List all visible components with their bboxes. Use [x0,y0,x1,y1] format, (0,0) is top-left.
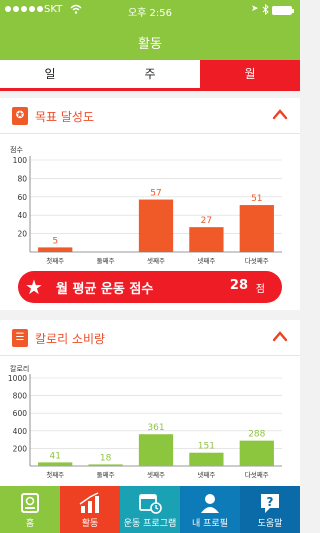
battery-icon [272,6,294,15]
goal-y-tick: 20 [17,230,27,239]
goal-value-label: 51 [251,194,262,204]
goal-card-header[interactable]: ✪ 목표 달성도 [0,98,300,134]
location-arrow-icon: ➤ [251,4,259,14]
bottom-navigation: 홈 활동 운동 프로그램 내 프로필 ? 도움말 [0,486,300,533]
status-bar: SKT 오후 2:56 ➤ [0,0,300,20]
calorie-bar-chart: 칼로리1000 800 600 400 200 41 첫째주 18 둘째주 361 셋째주 151 넷째… [8,364,282,479]
page-title: 활동 [138,37,162,52]
calorie-bar [38,462,73,466]
calorie-x-tick: 다섯째주 [245,470,269,479]
app-header: SKT 오후 2:56 ➤ 활동 [0,0,300,60]
monthly-average-label: 월 평균 운동 점수 [56,282,154,297]
monthly-average-value: 28 [229,278,248,293]
bottom-nav-help[interactable]: ? 도움말 [240,486,300,533]
goal-value-label: 57 [150,189,161,199]
calorie-value-label: 288 [248,430,265,440]
calorie-y-tick: 400 [13,427,28,436]
chevron-up-icon[interactable] [272,329,288,343]
calorie-y-unit: 칼로리 [10,364,29,373]
goal-bar [38,247,73,252]
question-icon: ? [261,494,279,513]
calorie-x-tick: 넷째주 [197,470,215,479]
calorie-y-tick: 200 [13,444,28,453]
goal-x-tick: 셋째주 [147,256,165,265]
calorie-x-tick: 셋째주 [147,470,165,479]
calorie-y-tick: 600 [13,409,28,418]
calorie-x-tick: 둘째주 [97,471,115,479]
goal-y-unit: 점수 [10,146,23,154]
calorie-bar [88,464,123,466]
bluetooth-icon [262,4,269,15]
period-tabs: 일 주 월 [0,60,300,91]
goal-value-label: 27 [201,216,212,226]
bottom-nav-activity-label: 활동 [81,519,99,529]
person-icon [201,494,219,513]
calorie-bar [239,440,274,466]
star-icon: ★ [25,275,43,299]
goal-x-tick: 첫째주 [46,257,64,265]
goal-x-tick: 둘째주 [97,257,115,265]
goal-y-tick: 100 [13,156,28,165]
calorie-y-tick: 1000 [8,374,27,383]
goal-x-tick: 넷째주 [197,256,215,265]
calorie-card-title: 칼로리 소비량 [35,332,106,346]
bottom-nav-activity[interactable]: 활동 [60,486,120,533]
goal-y-tick: 40 [17,211,27,220]
calorie-card: ☰ 칼로리 소비량 칼로리 1000 800 600 400 200 41 첫째주 18 둘째주 3… [0,320,300,486]
monthly-average-banner: ★ 월 평균 운동 점수 28 점 [18,271,282,303]
calorie-y-tick: 800 [13,392,28,401]
tab-month[interactable]: 월 [200,60,300,88]
calorie-bar [189,452,224,466]
tab-week[interactable]: 주 [100,60,200,88]
svg-text:?: ? [267,495,274,509]
calorie-value-label: 361 [147,423,164,433]
chevron-up-icon[interactable] [272,107,288,121]
medal-icon: ✪ [12,107,28,125]
goal-x-tick: 다섯째주 [245,256,269,265]
bar-chart-icon [79,492,99,513]
bottom-nav-help-label: 도움말 [257,519,283,529]
calorie-value-label: 151 [198,442,215,452]
goal-card-title: 목표 달성도 [35,110,95,124]
bottom-nav-home-label: 홈 [25,519,35,529]
calorie-x-tick: 첫째주 [46,471,64,479]
clipboard-icon: ☰ [12,329,28,347]
bottom-nav-profile-label: 내 프로필 [192,519,228,529]
calorie-card-header[interactable]: ☰ 칼로리 소비량 [0,320,300,356]
monthly-average-unit: 점 [255,284,265,295]
goal-bar [239,205,274,252]
calorie-value-label: 41 [49,451,60,461]
bottom-nav-profile[interactable]: 내 프로필 [180,486,240,533]
tab-day[interactable]: 일 [0,60,100,88]
bottom-nav-home[interactable]: 홈 [0,486,60,533]
home-badge-icon [21,493,39,513]
goal-bar [189,227,224,252]
goal-value-label: 5 [52,236,58,246]
bottom-nav-program-label: 운동 프로그램 [123,519,177,529]
calorie-value-label: 18 [100,453,112,463]
calorie-bar [138,434,174,466]
goal-bar [138,199,174,252]
calendar-clock-icon [139,494,162,514]
goal-y-tick: 80 [17,174,27,183]
goal-y-tick: 60 [17,193,27,202]
bottom-nav-program[interactable]: 운동 프로그램 [120,486,180,533]
